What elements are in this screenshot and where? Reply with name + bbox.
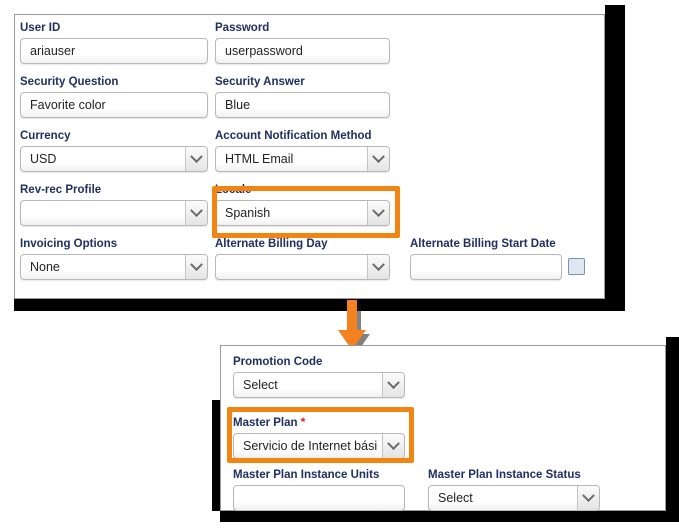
field-security-question: Security Question Favorite color	[20, 75, 208, 118]
field-user-id: User ID ariauser	[20, 21, 208, 64]
master-plan-instance-status-select[interactable]: Select	[428, 485, 600, 511]
required-marker: *	[300, 415, 306, 429]
master-plan-instance-status-label: Master Plan Instance Status	[428, 469, 581, 481]
security-question-label: Security Question	[20, 76, 119, 88]
master-plan-instance-units-input[interactable]	[233, 485, 405, 511]
promotion-code-select[interactable]: Select	[233, 372, 405, 398]
password-input[interactable]: userpassword	[215, 38, 390, 64]
chevron-down-icon[interactable]	[367, 147, 389, 171]
account-details-panel: User ID ariauser Password userpassword S…	[14, 14, 605, 299]
account-notification-method-select[interactable]: HTML Email	[215, 146, 390, 172]
invoicing-options-label: Invoicing Options	[20, 238, 118, 250]
field-master-plan-instance-status: Master Plan Instance Status Select	[428, 468, 600, 511]
invoicing-options-select[interactable]: None	[20, 254, 208, 280]
rev-rec-profile-label: Rev-rec Profile	[20, 184, 102, 196]
bottom-panel-bottom-shadow	[220, 511, 679, 522]
currency-select[interactable]: USD	[20, 146, 208, 172]
master-plan-value: Servicio de Internet bási	[243, 439, 378, 453]
field-invoicing-options: Invoicing Options None	[20, 237, 208, 280]
alternate-billing-start-date-input[interactable]	[410, 254, 562, 280]
currency-value: USD	[30, 152, 57, 166]
field-password: Password userpassword	[215, 21, 390, 64]
field-security-answer: Security Answer Blue	[215, 75, 390, 118]
security-answer-input[interactable]: Blue	[215, 92, 390, 118]
field-alternate-billing-day: Alternate Billing Day	[215, 237, 390, 280]
chevron-down-icon[interactable]	[577, 486, 599, 510]
alternate-billing-start-date-label: Alternate Billing Start Date	[410, 238, 556, 250]
bottom-panel-left-shadow	[212, 400, 220, 511]
user-id-value: ariauser	[30, 44, 76, 58]
alternate-billing-day-select[interactable]	[215, 254, 390, 280]
master-plan-instance-status-value: Select	[438, 491, 473, 505]
field-alternate-billing-start-date: Alternate Billing Start Date	[410, 237, 585, 280]
invoicing-options-value: None	[30, 260, 60, 274]
calendar-icon[interactable]	[568, 258, 585, 275]
rev-rec-profile-select[interactable]	[20, 200, 208, 226]
master-plan-instance-units-label: Master Plan Instance Units	[233, 469, 380, 481]
master-plan-label-text: Master Plan	[233, 417, 298, 429]
top-panel-bottom-shadow	[14, 299, 625, 311]
security-answer-value: Blue	[225, 98, 251, 112]
user-id-label: User ID	[20, 22, 61, 34]
master-plan-label: Master Plan *	[233, 415, 405, 430]
locale-select[interactable]: Spanish	[215, 200, 390, 226]
field-promotion-code: Promotion Code Select	[233, 355, 405, 398]
field-master-plan-instance-units: Master Plan Instance Units	[233, 468, 405, 511]
currency-label: Currency	[20, 130, 71, 142]
chevron-down-icon[interactable]	[382, 434, 404, 458]
alternate-billing-day-label: Alternate Billing Day	[215, 238, 328, 250]
password-value: userpassword	[225, 44, 303, 58]
top-panel-right-shadow	[605, 5, 625, 299]
plan-details-panel: Promotion Code Select Master Plan * Serv…	[220, 345, 666, 511]
locale-label: Locale	[215, 184, 252, 196]
field-currency: Currency USD	[20, 129, 208, 172]
bottom-panel-right-shadow	[666, 337, 679, 511]
chevron-down-icon[interactable]	[367, 201, 389, 225]
field-locale: Locale Spanish	[215, 183, 390, 226]
field-rev-rec-profile: Rev-rec Profile	[20, 183, 208, 226]
chevron-down-icon[interactable]	[367, 255, 389, 279]
master-plan-select[interactable]: Servicio de Internet bási	[233, 433, 405, 459]
promotion-code-value: Select	[243, 378, 278, 392]
security-question-value: Favorite color	[30, 98, 106, 112]
promotion-code-label: Promotion Code	[233, 356, 323, 368]
account-notification-method-label: Account Notification Method	[215, 130, 372, 142]
chevron-down-icon[interactable]	[185, 147, 207, 171]
chevron-down-icon[interactable]	[185, 255, 207, 279]
chevron-down-icon[interactable]	[382, 373, 404, 397]
field-master-plan: Master Plan * Servicio de Internet bási	[233, 415, 405, 459]
password-label: Password	[215, 22, 270, 34]
locale-value: Spanish	[225, 206, 271, 220]
user-id-input[interactable]: ariauser	[20, 38, 208, 64]
field-account-notification-method: Account Notification Method HTML Email	[215, 129, 390, 172]
account-notification-method-value: HTML Email	[225, 152, 294, 166]
security-answer-label: Security Answer	[215, 76, 305, 88]
security-question-input[interactable]: Favorite color	[20, 92, 208, 118]
chevron-down-icon[interactable]	[185, 201, 207, 225]
